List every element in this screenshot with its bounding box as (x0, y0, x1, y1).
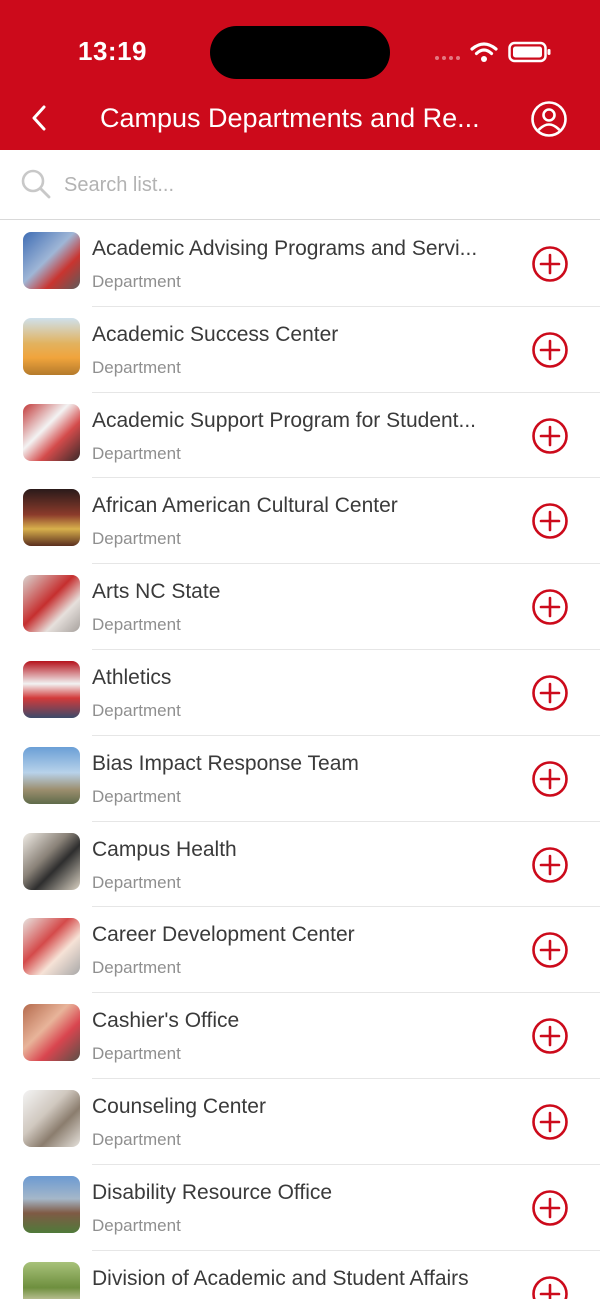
list-item[interactable]: Disability Resource Office Department (0, 1165, 600, 1251)
user-circle-icon (531, 101, 567, 137)
add-button[interactable] (531, 1189, 569, 1227)
list-item[interactable]: African American Cultural Center Departme… (0, 478, 600, 564)
list-item[interactable]: Academic Support Program for Student... D… (0, 393, 600, 479)
status-icons (435, 38, 552, 66)
department-thumbnail (23, 489, 80, 547)
add-button[interactable] (531, 931, 569, 969)
add-button[interactable] (531, 674, 569, 712)
item-title: Bias Impact Response Team (92, 751, 359, 775)
item-title: Counseling Center (92, 1094, 266, 1118)
item-subtitle: Department (92, 1044, 181, 1064)
department-thumbnail (23, 575, 80, 633)
add-button[interactable] (531, 760, 569, 798)
item-title: Disability Resource Office (92, 1180, 333, 1204)
department-thumbnail (23, 403, 80, 461)
list-item[interactable]: Campus Health Department (0, 822, 600, 908)
list-item[interactable]: Bias Impact Response Team Department (0, 736, 600, 822)
plus-circle-icon (532, 675, 568, 711)
department-thumbnail (23, 1261, 80, 1299)
item-title: Campus Health (92, 837, 237, 861)
department-thumbnail (23, 832, 80, 890)
add-button[interactable] (531, 1275, 569, 1299)
item-subtitle: Department (92, 357, 181, 377)
list-item[interactable]: Academic Advising Programs and Servi... D… (0, 221, 600, 307)
add-button[interactable] (531, 502, 569, 540)
item-title: Academic Success Center (92, 322, 339, 346)
dynamic-island (210, 26, 390, 79)
plus-circle-icon (532, 1275, 568, 1299)
item-title: African American Cultural Center (92, 494, 398, 518)
item-subtitle: Department (92, 958, 181, 978)
item-title: Cashier's Office (92, 1009, 240, 1033)
chevron-left-icon (32, 105, 46, 131)
department-thumbnail (23, 918, 80, 976)
department-thumbnail (23, 660, 80, 718)
item-title: Academic Support Program for Student... (92, 408, 477, 432)
item-title: Career Development Center (92, 923, 355, 947)
plus-circle-icon (532, 932, 568, 969)
item-subtitle: Department (92, 872, 181, 892)
item-title: Academic Advising Programs and Servi... (92, 237, 478, 260)
department-thumbnail (23, 317, 80, 375)
list-item[interactable]: Career Development Center Department (0, 907, 600, 993)
plus-circle-icon (532, 760, 568, 797)
item-title: Arts NC State (92, 580, 221, 604)
department-thumbnail (23, 1004, 80, 1062)
status-time: 13:19 (78, 36, 147, 66)
plus-circle-icon (532, 417, 568, 454)
department-thumbnail (23, 1089, 80, 1147)
plus-circle-icon (532, 1018, 568, 1054)
list-item[interactable]: Arts NC State Department (0, 564, 600, 650)
plus-circle-icon (532, 1104, 568, 1140)
item-subtitle: Department (92, 1215, 181, 1235)
cellular-signal-icon (435, 44, 460, 60)
add-button[interactable] (531, 1103, 569, 1141)
item-subtitle: Department (92, 700, 181, 720)
item-subtitle: Department (92, 529, 181, 549)
item-title: Division of Academic and Student Affairs (92, 1266, 469, 1290)
item-subtitle: Department (92, 272, 181, 291)
list-item[interactable]: Academic Success Center Department (0, 307, 600, 393)
plus-circle-icon (532, 589, 568, 625)
back-button[interactable] (22, 98, 56, 138)
plus-circle-icon (532, 846, 568, 883)
list-item[interactable]: Division of Academic and Student Affairs (0, 1251, 600, 1299)
department-list: Academic Advising Programs and Servi... D… (0, 221, 600, 1299)
wifi-icon (470, 42, 498, 62)
plus-circle-icon (532, 503, 568, 540)
plus-circle-icon (532, 246, 568, 282)
battery-icon (508, 41, 551, 63)
add-button[interactable] (531, 846, 569, 884)
add-button[interactable] (531, 331, 569, 369)
item-title: Athletics (92, 665, 172, 689)
add-button[interactable] (531, 245, 569, 283)
add-button[interactable] (531, 417, 569, 455)
department-thumbnail (23, 1175, 80, 1233)
list-item[interactable]: Athletics Department (0, 650, 600, 736)
top-bar: 13:19 Campus Departments and Re... (0, 0, 600, 150)
add-button[interactable] (531, 588, 569, 626)
list-item[interactable]: Counseling Center Department (0, 1079, 600, 1165)
plus-circle-icon (532, 1189, 568, 1226)
add-button[interactable] (531, 1017, 569, 1055)
item-subtitle: Department (92, 1129, 181, 1149)
item-subtitle: Department (92, 786, 181, 806)
search-icon (21, 169, 51, 199)
search-input[interactable] (64, 166, 564, 204)
page-title: Campus Departments and Re... (100, 103, 480, 133)
profile-button[interactable] (530, 100, 568, 138)
item-subtitle: Department (92, 615, 181, 635)
plus-circle-icon (532, 331, 568, 368)
department-thumbnail (23, 746, 80, 804)
list-item[interactable]: Cashier's Office Department (0, 993, 600, 1079)
department-thumbnail (23, 232, 80, 289)
item-subtitle: Department (92, 443, 181, 463)
